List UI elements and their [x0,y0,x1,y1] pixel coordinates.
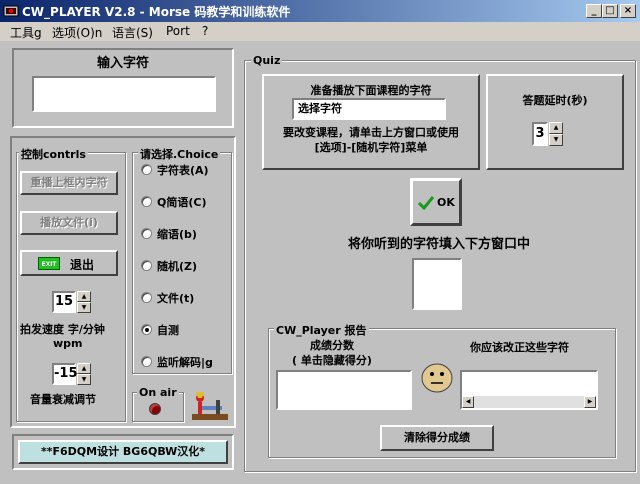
answer-prompt: 将你听到的字符填入下方窗口中 [348,237,531,252]
ok-button[interactable]: OK [410,178,462,226]
volume-up-button[interactable]: ▲ [77,363,91,374]
radio-selftest[interactable] [141,324,152,335]
score-field[interactable] [276,370,412,410]
speed-up-button[interactable]: ▲ [77,291,91,302]
radio-label-abbrev[interactable]: 缩语(b) [157,226,197,242]
radio-abbrev[interactable] [141,228,152,239]
delay-panel: 答题延时(秒) 3 ▲ ▼ [486,74,624,170]
delay-down-button[interactable]: ▼ [549,134,563,146]
course-panel: 准备播放下面课程的字符 选择字符 要改变课程，请单击上方窗口或使用 [选项]-[… [262,74,480,170]
onair-title: On air [137,386,179,399]
score-label-1: 成绩分数 [310,339,354,352]
radio-random[interactable] [141,260,152,271]
menu-help[interactable]: ? [202,24,208,38]
replay-button[interactable]: 重播上框内字符 [20,171,118,195]
morse-key-icon [192,392,228,420]
instructions-line-2: [选项]-[随机字符]菜单 [314,141,428,154]
credits-text: **F6DQM设计 BG6QBW汉化* [18,440,228,464]
speed-down-button[interactable]: ▼ [77,302,91,313]
menu-bar: 工具g 选项(O)n 语言(S) Port ? [0,22,640,41]
radio-file[interactable] [141,292,152,303]
radio-label-random[interactable]: 随机(Z) [157,258,197,274]
report-title: CW_Player 报告 [274,322,369,338]
exit-button-label: 退出 [70,258,95,272]
speed-unit: wpm [53,337,83,350]
horizontal-scrollbar[interactable]: ◀ ▶ [462,396,596,408]
maximize-button[interactable]: □ [602,4,618,18]
score-label-2: ( 单击隐藏得分) [292,354,372,367]
menu-tools[interactable]: 工具g [10,24,42,41]
speed-label: 拍发速度 字/分钟 [20,323,105,336]
input-panel-title: 输入字符 [96,56,149,71]
close-button[interactable]: × [620,4,636,18]
speed-value[interactable]: 15 [52,291,76,313]
course-field[interactable]: 选择字符 [292,98,446,120]
radio-monitor[interactable] [141,356,152,367]
scroll-right-button[interactable]: ▶ [584,396,596,408]
instructions-line-1: 要改变课程，请单击上方窗口或使用 [283,126,459,139]
exit-icon: EXIT [38,257,60,270]
menu-language[interactable]: 语言(S) [112,24,153,41]
answer-field[interactable] [412,258,462,310]
clear-score-button[interactable]: 清除得分成绩 [380,425,494,451]
credits-frame: **F6DQM设计 BG6QBW汉化* [12,434,234,470]
check-icon [417,196,435,211]
scroll-left-button[interactable]: ◀ [462,396,474,408]
app-icon [3,5,19,17]
correction-field[interactable]: ◀ ▶ [460,370,598,410]
window-title: CW_PLAYER V2.8 - Morse 码教学和训练软件 [22,5,291,19]
menu-options[interactable]: 选项(O)n [52,24,102,41]
radio-label-qcode[interactable]: Q简语(C) [157,194,206,210]
correct-label: 你应该改正这些字符 [470,341,569,354]
prepare-label: 准备播放下面课程的字符 [310,84,432,97]
delay-value[interactable]: 3 [532,122,548,146]
minimize-button[interactable]: _ [586,4,602,18]
onair-led-icon [149,403,161,415]
radio-label-chartable[interactable]: 字符表(A) [157,162,209,178]
volume-value[interactable]: -15 [52,363,78,385]
radio-chartable[interactable] [141,164,152,175]
radio-label-selftest[interactable]: 自测 [157,322,179,338]
choice-group-title: 请选择.Choice [138,146,221,162]
volume-label: 音量衰减调节 [30,393,96,406]
control-group-title: 控制contrls [19,146,88,162]
volume-down-button[interactable]: ▼ [77,374,91,385]
radio-qcode[interactable] [141,196,152,207]
quiz-title: Quiz [251,54,283,67]
title-bar[interactable]: CW_PLAYER V2.8 - Morse 码教学和训练软件 _ □ × [0,0,640,22]
radio-label-file[interactable]: 文件(t) [157,290,194,306]
delay-up-button[interactable]: ▲ [549,122,563,134]
radio-label-monitor[interactable]: 监听解码|g [157,354,213,370]
play-file-button[interactable]: 播放文件(i) [20,211,118,235]
delay-label: 答题延时(秒) [522,94,588,107]
face-icon [421,363,453,393]
input-field[interactable] [32,76,216,112]
ok-button-label: OK [437,196,455,209]
menu-port[interactable]: Port [166,24,190,38]
input-panel: 输入字符 [12,48,234,128]
exit-button[interactable]: EXIT 退出 [20,250,118,276]
